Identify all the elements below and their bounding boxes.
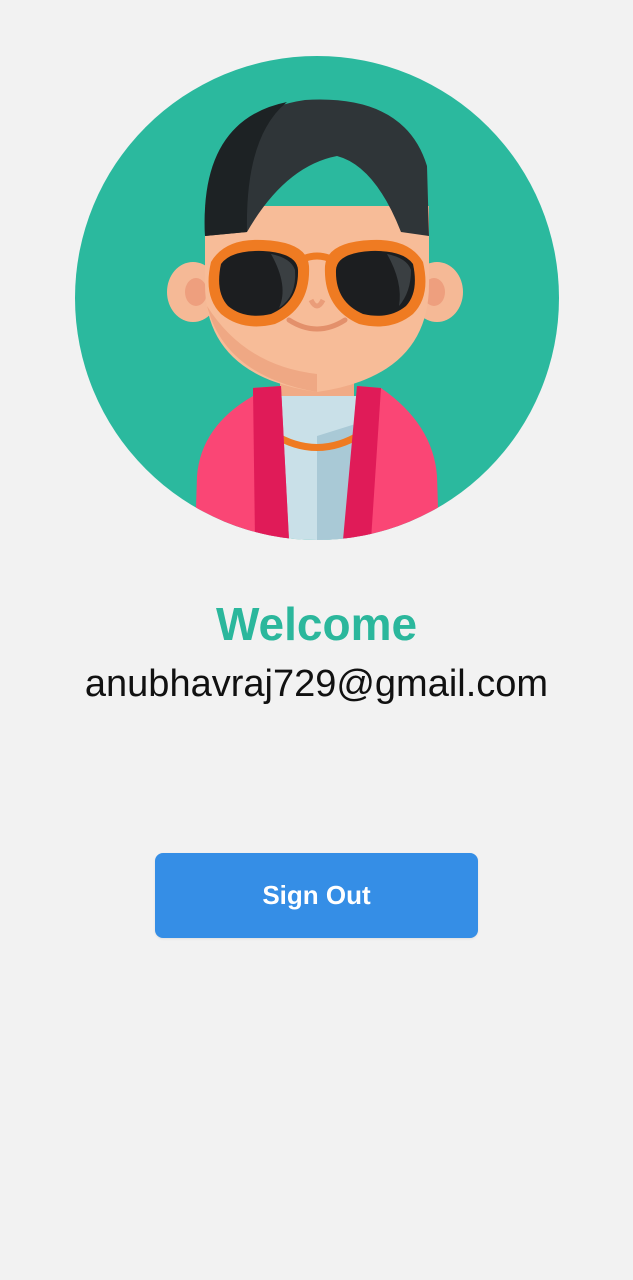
user-email: anubhavraj729@gmail.com [84,663,549,705]
welcome-title: Welcome [215,598,418,650]
user-avatar-sunglasses-icon [75,56,559,540]
sign-out-button[interactable]: Sign Out [155,853,478,938]
profile-screen: Welcome anubhavraj729@gmail.com Sign Out [0,0,633,1280]
user-avatar [75,56,559,540]
